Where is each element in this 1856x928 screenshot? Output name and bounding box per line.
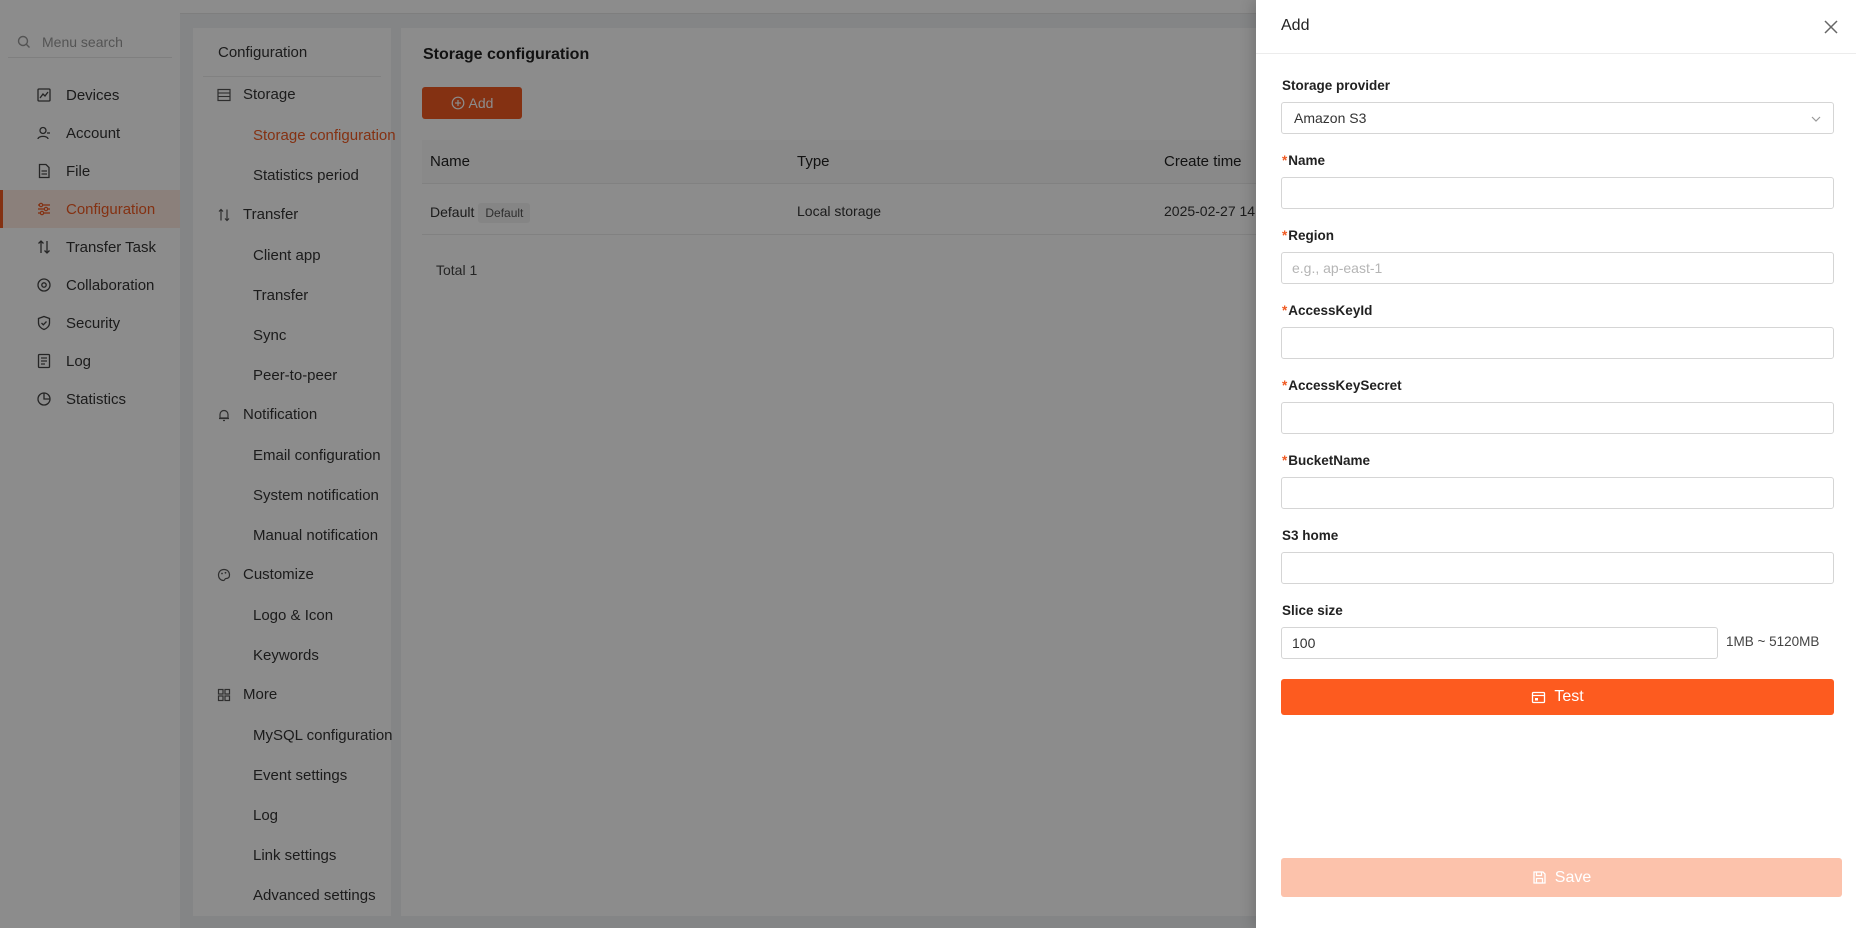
name-label: *Name bbox=[1282, 153, 1326, 168]
modal-overlay[interactable] bbox=[0, 0, 1256, 928]
required-mark: * bbox=[1282, 153, 1288, 168]
test-icon bbox=[1532, 691, 1546, 703]
required-mark: * bbox=[1282, 303, 1288, 318]
storage-provider-label: Storage provider bbox=[1282, 78, 1391, 93]
name-field[interactable] bbox=[1281, 177, 1834, 209]
region-label: *Region bbox=[1282, 228, 1335, 243]
s3-home-field[interactable] bbox=[1281, 552, 1834, 584]
required-mark: * bbox=[1282, 378, 1288, 393]
save-button[interactable]: Save bbox=[1281, 858, 1842, 897]
chevron-down-icon bbox=[1811, 116, 1821, 122]
storage-provider-select[interactable]: Amazon S3 bbox=[1281, 102, 1834, 134]
required-mark: * bbox=[1282, 228, 1288, 243]
close-icon[interactable] bbox=[1822, 18, 1840, 36]
access-key-secret-field[interactable] bbox=[1281, 402, 1834, 434]
access-key-secret-label: *AccessKeySecret bbox=[1282, 378, 1402, 393]
bucket-name-field[interactable] bbox=[1281, 477, 1834, 509]
storage-provider-value: Amazon S3 bbox=[1294, 110, 1367, 126]
test-button[interactable]: Test bbox=[1281, 679, 1834, 715]
slice-size-hint: 1MB ~ 5120MB bbox=[1726, 634, 1820, 649]
access-key-id-label: *AccessKeyId bbox=[1282, 303, 1373, 318]
s3-home-label: S3 home bbox=[1282, 528, 1339, 543]
region-field[interactable] bbox=[1281, 252, 1834, 284]
access-key-id-field[interactable] bbox=[1281, 327, 1834, 359]
save-button-label: Save bbox=[1554, 868, 1592, 886]
save-icon bbox=[1533, 871, 1546, 884]
drawer-title: Add bbox=[1281, 17, 1310, 34]
bucket-name-label: *BucketName bbox=[1282, 453, 1371, 468]
required-mark: * bbox=[1282, 453, 1288, 468]
drawer-header: Add bbox=[1256, 0, 1856, 54]
slice-size-label: Slice size bbox=[1282, 603, 1343, 618]
test-button-label: Test bbox=[1554, 688, 1584, 705]
add-storage-drawer: Add Storage provider Amazon S3 *Name *Re… bbox=[1256, 0, 1856, 928]
slice-size-field[interactable] bbox=[1281, 627, 1718, 659]
